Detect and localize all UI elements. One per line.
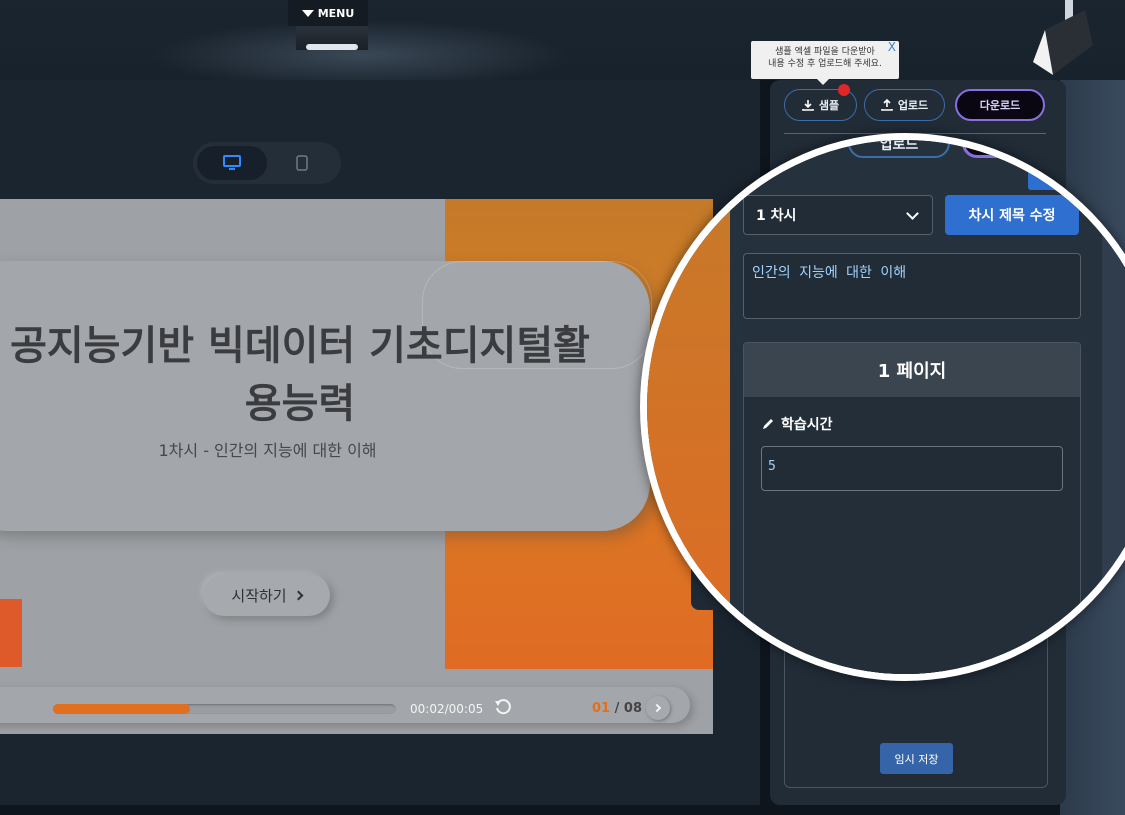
- close-icon[interactable]: X: [888, 41, 896, 53]
- slide-title: 공지능기반 빅데이터 기초디지털활 용능력: [0, 317, 630, 433]
- start-button[interactable]: 시작하기: [203, 574, 330, 616]
- magnified-slide-edge: [647, 140, 730, 674]
- page-separator: /: [610, 701, 624, 716]
- page-card-header: 1 페이지: [744, 343, 1080, 397]
- progress-fill: [53, 704, 191, 714]
- sample-button-label: 샘플: [818, 99, 840, 112]
- total-pages: 08: [623, 701, 642, 716]
- progress-bar[interactable]: [53, 704, 396, 714]
- chevron-right-icon: [293, 590, 304, 600]
- upload-button-label: 업로드: [897, 99, 929, 112]
- menu-label: MENU: [317, 6, 355, 20]
- desktop-icon: [223, 155, 241, 170]
- magnified-blue-button[interactable]: [1028, 150, 1074, 190]
- download-button[interactable]: 다운로드: [955, 89, 1045, 121]
- magnified-upload-label: 업로드: [879, 137, 919, 153]
- magnified-content: 업로드 1 차시 차시 제목 수정 인간의 지능에 대한 이해 1 페이지 학습…: [647, 137, 1125, 674]
- mobile-icon: [296, 155, 308, 171]
- tooltip-line1: 샘플 엑셀 파일을 다운받아: [775, 47, 875, 57]
- chasi-select-value: 1 차시: [756, 208, 797, 224]
- upload-icon: [881, 99, 893, 111]
- upload-button[interactable]: 업로드: [864, 89, 945, 121]
- study-time-input[interactable]: 5: [761, 446, 1063, 491]
- chevron-down-icon: [301, 9, 314, 17]
- page-card: 1 페이지: [743, 342, 1081, 674]
- chasi-select[interactable]: 1 차시: [743, 195, 933, 235]
- download-button-label: 다운로드: [979, 99, 1021, 112]
- slide-preview: 공지능기반 빅데이터 기초디지털활 용능력 1차시 - 인간의 지능에 대한 이…: [0, 199, 713, 734]
- start-button-label: 시작하기: [231, 586, 287, 605]
- device-toggle: [193, 142, 341, 184]
- notification-dot: [838, 84, 850, 96]
- sample-tooltip: 샘플 엑셀 파일을 다운받아 내용 수정 후 업로드해 주세요. X: [751, 41, 899, 85]
- pencil-icon: [763, 419, 773, 429]
- next-page-button[interactable]: [646, 696, 670, 720]
- desktop-view-button[interactable]: [197, 146, 267, 180]
- page-indicator: 01 / 08: [592, 701, 642, 716]
- chasi-title-edit-button[interactable]: 차시 제목 수정: [945, 195, 1079, 235]
- spotlight-icon: [1033, 0, 1093, 75]
- chevron-right-icon: [652, 703, 662, 713]
- tooltip-line2: 내용 수정 후 업로드해 주세요.: [768, 59, 882, 69]
- temp-save-button[interactable]: 임시 저장: [880, 743, 953, 774]
- magnifier-lens: 업로드 1 차시 차시 제목 수정 인간의 지능에 대한 이해 1 페이지 학습…: [640, 133, 1125, 681]
- mobile-view-button[interactable]: [267, 146, 337, 180]
- study-time-label: 학습시간: [761, 414, 833, 434]
- chasi-title-input[interactable]: 인간의 지능에 대한 이해: [743, 253, 1081, 319]
- study-time-label-text: 학습시간: [781, 417, 833, 433]
- stage-lamp: [296, 26, 368, 50]
- playback-time: 00:02/00:05: [410, 702, 484, 716]
- slide-title-line1: 공지능기반 빅데이터 기초디지털활: [10, 323, 590, 369]
- slide-subtitle: 1차시 - 인간의 지능에 대한 이해: [158, 441, 377, 460]
- current-page: 01: [592, 701, 611, 716]
- download-icon: [802, 100, 814, 111]
- magnified-upload-button[interactable]: 업로드: [848, 137, 950, 158]
- replay-icon[interactable]: [493, 697, 513, 717]
- magnified-wall: [1102, 140, 1125, 674]
- slide-orange-block: [0, 599, 22, 667]
- menu-button[interactable]: MENU: [288, 0, 368, 26]
- chevron-down-icon: [906, 207, 919, 220]
- slide-title-line2: 용능력: [244, 381, 356, 427]
